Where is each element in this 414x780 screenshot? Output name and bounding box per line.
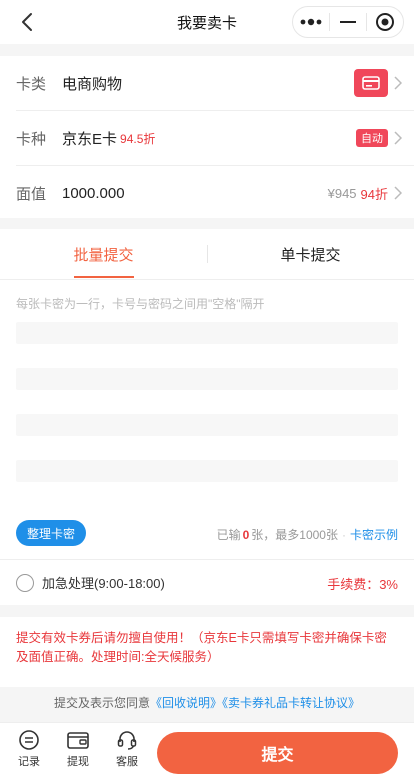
entry-placeholder: 每张卡密为一行，卡号与密码之间用"空格"隔开 [16,297,265,311]
bottom-bar: 记录 提现 客服 提交 [0,722,414,780]
kind-value: 京东E卡 [62,130,118,148]
urgent-processing-row[interactable]: 加急处理(9:00-18:00) 手续费：3% [0,559,414,605]
close-target-icon[interactable] [367,7,403,37]
fee-text: 手续费：3% [327,576,398,592]
entry-line [16,414,398,436]
urgent-label: 加急处理(9:00-18:00) [42,576,165,591]
kind-label: 卡种 [16,130,47,148]
face-price: ¥945 [327,185,357,201]
card-category-icon [354,69,388,97]
card-counter: 已输 0 张，最多1000张 · 卡密示例 [217,526,398,543]
entered-count: 0 [242,527,250,542]
card-kind-row[interactable]: 卡种 京东E卡 94.5折 自动 [0,111,414,165]
mini-program-capsule [292,6,404,38]
face-discount: 94折 [360,186,388,202]
minimize-icon[interactable] [330,7,366,37]
withdraw-label: 提现 [67,756,89,768]
chevron-right-icon [394,76,402,90]
records-button[interactable]: 记录 [9,729,49,775]
kind-discount: 94.5折 [120,131,156,146]
counter-prefix: 已输 [216,528,241,542]
agreement-line: 提交及表示您同意《回收说明》《卖卡券礼品卡转让协议》 [0,694,414,720]
tab-batch-submit[interactable]: 批量提交 [0,229,207,279]
agreement-prefix: 提交及表示您同意 [53,696,150,710]
entry-line [16,322,398,344]
navbar: 我要卖卡 [0,0,414,44]
face-value: 1000.000 [62,184,125,202]
card-example-link[interactable]: 卡密示例 [350,526,398,543]
recycle-instructions-link[interactable]: 《回收说明》 [150,696,222,710]
auto-badge: 自动 [356,129,388,147]
records-icon [19,730,39,750]
wallet-icon [67,732,89,749]
category-value: 电商购物 [62,75,123,93]
urgent-radio[interactable] [16,573,34,592]
submit-mode-tabs: 批量提交 单卡提交 [0,229,414,279]
withdraw-button[interactable]: 提现 [58,729,98,775]
records-label: 记录 [18,756,40,768]
category-label: 卡类 [16,75,47,93]
chevron-right-icon [394,186,402,200]
tidy-cards-button[interactable]: 整理卡密 [16,520,86,546]
customer-service-button[interactable]: 客服 [107,729,147,775]
card-entry-area[interactable]: 每张卡密为一行，卡号与密码之间用"空格"隔开 整理卡密 已输 0 张，最多100… [0,279,414,559]
service-label: 客服 [116,756,138,768]
notice-text: 提交有效卡券后请勿擅自使用！（京东E卡只需填写卡密并确保卡密及面值正确。处理时间… [0,617,414,687]
page-title: 我要卖卡 [176,14,237,32]
entry-line [16,460,398,482]
active-tab-indicator [74,276,134,278]
transfer-agreement-link[interactable]: 《卖卡券礼品卡转让协议》 [222,696,360,710]
tab-single-submit[interactable]: 单卡提交 [207,229,414,279]
counter-separator: · [341,527,346,542]
counter-suffix: 张，最多1000张 [251,528,338,542]
category-row[interactable]: 卡类 电商购物 [0,56,414,110]
entry-line [16,368,398,390]
face-value-row[interactable]: 面值 1000.000 ¥945 94折 [0,166,414,220]
card-info-panel: 卡类 电商购物 卡种 京东E卡 94.5折 自动 面值 1000.000 ¥94… [0,56,414,218]
face-label: 面值 [16,185,47,203]
chevron-right-icon [394,131,402,145]
back-arrow-icon[interactable] [16,10,40,34]
headset-icon [117,731,137,750]
submit-button[interactable]: 提交 [157,732,398,774]
more-icon[interactable] [293,7,329,37]
